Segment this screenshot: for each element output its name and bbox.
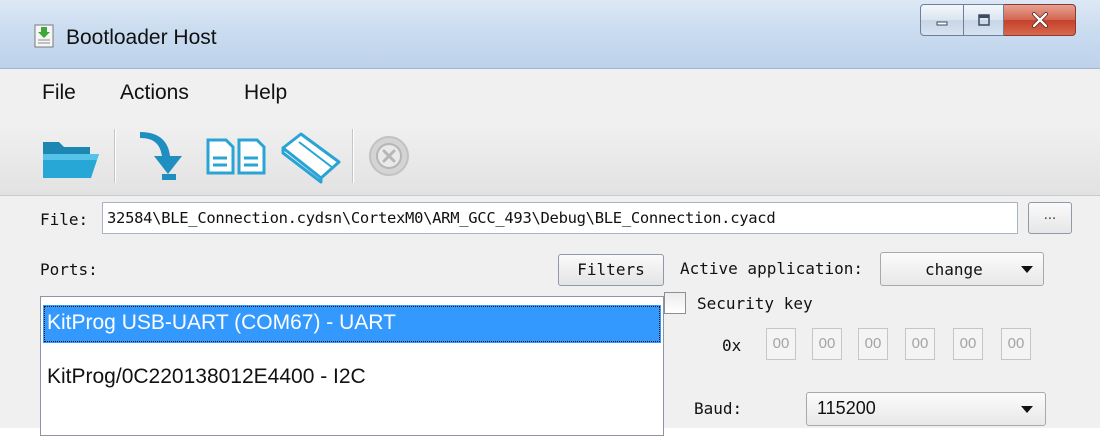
bootloader-app-icon xyxy=(34,24,54,48)
active-application-value: change xyxy=(925,260,983,279)
close-button[interactable] xyxy=(1004,4,1076,36)
file-label: File: xyxy=(40,210,89,229)
active-application-label: Active application: xyxy=(680,259,864,278)
security-key-label: Security key xyxy=(697,294,813,313)
toolbar-separator xyxy=(114,129,115,183)
security-key-checkbox[interactable] xyxy=(664,292,686,314)
menu-actions[interactable]: Actions xyxy=(120,81,189,105)
security-key-byte-3: 00 xyxy=(858,328,888,360)
browse-button[interactable]: ... xyxy=(1028,202,1072,234)
security-key-byte-4: 00 xyxy=(905,328,935,360)
toolbar-separator xyxy=(352,129,353,183)
verify-files-icon xyxy=(206,138,266,175)
file-path-field[interactable]: 32584\BLE_Connection.cydsn\CortexM0\ARM_… xyxy=(102,202,1018,234)
close-icon xyxy=(1031,12,1048,28)
baud-label: Baud: xyxy=(694,399,743,418)
toolbar xyxy=(0,119,1100,196)
menu-bar: File Actions Help xyxy=(0,69,1100,119)
minimize-button[interactable] xyxy=(920,4,964,36)
ports-list[interactable]: KitProg USB-UART (COM67) - UART KitProg/… xyxy=(40,296,664,436)
program-button[interactable] xyxy=(128,127,200,185)
window-controls xyxy=(920,4,1076,36)
security-key-byte-2: 00 xyxy=(812,328,842,360)
window-title: Bootloader Host xyxy=(66,26,217,49)
open-file-button[interactable] xyxy=(36,127,106,185)
stop-button[interactable] xyxy=(362,127,416,185)
security-key-byte-5: 00 xyxy=(953,328,983,360)
maximize-button[interactable] xyxy=(964,4,1004,36)
erase-eraser-icon xyxy=(281,132,341,184)
maximize-icon xyxy=(977,14,990,26)
port-list-item-i2c[interactable]: KitProg/0C220138012E4400 - I2C xyxy=(43,359,661,397)
stop-cancel-icon xyxy=(369,136,409,176)
minimize-icon xyxy=(936,21,948,26)
ports-label: Ports: xyxy=(40,260,98,279)
open-folder-icon xyxy=(43,142,99,178)
menu-help[interactable]: Help xyxy=(244,81,287,105)
chevron-down-icon xyxy=(1021,406,1033,413)
chevron-down-icon xyxy=(1021,266,1033,273)
erase-button[interactable] xyxy=(276,127,344,185)
menu-file[interactable]: File xyxy=(42,81,76,105)
filters-button[interactable]: Filters xyxy=(558,254,664,286)
security-key-byte-6: 00 xyxy=(1001,328,1031,360)
main-panel: File: 32584\BLE_Connection.cydsn\CortexM… xyxy=(0,196,1100,436)
baud-rate-value: 115200 xyxy=(817,398,876,418)
title-bar: Bootloader Host xyxy=(0,0,1100,69)
verify-button[interactable] xyxy=(204,127,270,185)
security-key-byte-1: 00 xyxy=(766,328,796,360)
baud-rate-dropdown[interactable]: 115200 xyxy=(806,392,1046,426)
program-download-icon xyxy=(140,132,182,180)
security-key-prefix: 0x xyxy=(722,336,742,355)
active-application-dropdown[interactable]: change xyxy=(880,252,1044,286)
port-list-item-uart[interactable]: KitProg USB-UART (COM67) - UART xyxy=(43,305,661,343)
